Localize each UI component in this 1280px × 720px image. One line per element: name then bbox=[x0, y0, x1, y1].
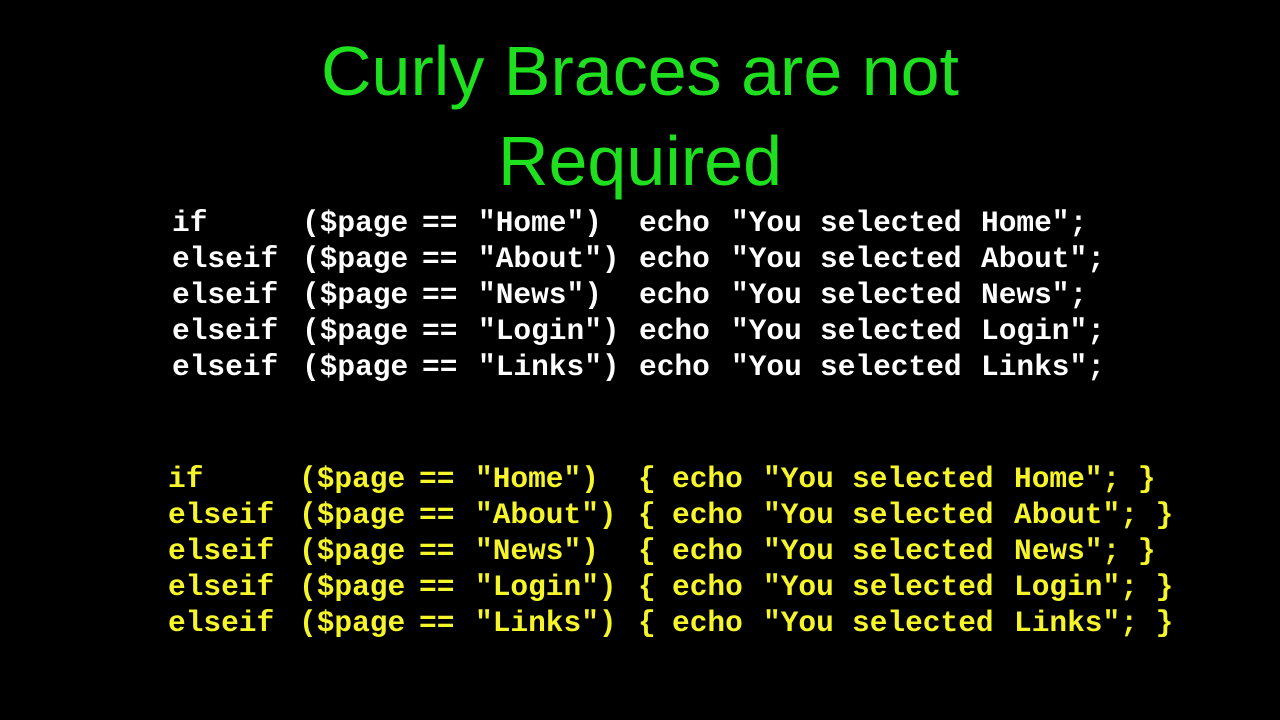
code-string-part: selected bbox=[852, 498, 994, 532]
code-line: elseif ($page == "News") { echo "You sel… bbox=[0, 533, 1156, 569]
slide-title-line-1: Curly Braces are not bbox=[320, 32, 960, 110]
code-variable: ($page bbox=[302, 314, 409, 348]
code-keyword: elseif bbox=[168, 534, 275, 568]
code-variable: ($page bbox=[299, 462, 406, 496]
code-open-brace: { bbox=[638, 462, 656, 496]
code-echo: echo bbox=[639, 350, 710, 384]
code-string-part: selected bbox=[852, 462, 994, 496]
code-keyword: if bbox=[172, 206, 208, 240]
code-line: elseif ($page == "Links") { echo "You se… bbox=[0, 605, 1173, 641]
code-string-part: selected bbox=[820, 206, 962, 240]
code-open-brace: { bbox=[638, 606, 656, 640]
code-line: elseif ($page == "Links") echo "You sele… bbox=[0, 349, 1105, 385]
code-keyword: elseif bbox=[172, 278, 279, 312]
code-string-part: "You bbox=[763, 570, 834, 604]
slide-title: Curly Braces are not Required bbox=[0, 26, 1280, 206]
code-string-part: "You bbox=[731, 278, 802, 312]
code-string-part: Home"; } bbox=[1014, 462, 1156, 496]
code-operator: == bbox=[422, 314, 458, 348]
code-operator: == bbox=[419, 462, 455, 496]
code-echo: echo bbox=[672, 534, 743, 568]
code-operator: == bbox=[419, 534, 455, 568]
code-echo: echo bbox=[639, 278, 710, 312]
code-keyword: elseif bbox=[168, 606, 275, 640]
code-open-brace: { bbox=[638, 534, 656, 568]
code-condition: "News") bbox=[478, 278, 602, 312]
code-string-part: Links"; } bbox=[1014, 606, 1174, 640]
code-variable: ($page bbox=[299, 606, 406, 640]
code-string-part: About"; } bbox=[1014, 498, 1174, 532]
code-echo: echo bbox=[672, 462, 743, 496]
code-condition: "Links") bbox=[478, 350, 620, 384]
code-string-part: selected bbox=[820, 242, 962, 276]
code-string-part: selected bbox=[852, 534, 994, 568]
code-string-part: News"; bbox=[981, 278, 1088, 312]
code-condition: "Home") bbox=[475, 462, 599, 496]
code-keyword: elseif bbox=[168, 498, 275, 532]
code-variable: ($page bbox=[302, 206, 409, 240]
code-keyword: elseif bbox=[168, 570, 275, 604]
code-echo: echo bbox=[672, 570, 743, 604]
code-variable: ($page bbox=[299, 534, 406, 568]
code-echo: echo bbox=[672, 498, 743, 532]
code-string-part: selected bbox=[820, 278, 962, 312]
code-string-part: selected bbox=[852, 570, 994, 604]
code-keyword: elseif bbox=[172, 350, 279, 384]
code-string-part: "You bbox=[731, 314, 802, 348]
code-operator: == bbox=[422, 242, 458, 276]
code-string-part: Login"; } bbox=[1014, 570, 1174, 604]
code-string-part: "You bbox=[763, 534, 834, 568]
code-keyword: if bbox=[168, 462, 204, 496]
code-line: elseif ($page == "Login") { echo "You se… bbox=[0, 569, 1173, 605]
code-keyword: elseif bbox=[172, 314, 279, 348]
code-echo: echo bbox=[639, 206, 710, 240]
code-condition: "About") bbox=[478, 242, 620, 276]
code-string-part: selected bbox=[852, 606, 994, 640]
code-variable: ($page bbox=[299, 570, 406, 604]
code-line: if ($page == "Home") { echo "You selecte… bbox=[0, 461, 1156, 497]
code-variable: ($page bbox=[302, 242, 409, 276]
code-line: elseif ($page == "Login") echo "You sele… bbox=[0, 313, 1105, 349]
code-condition: "Home") bbox=[478, 206, 602, 240]
code-condition: "Login") bbox=[478, 314, 620, 348]
code-operator: == bbox=[419, 498, 455, 532]
code-variable: ($page bbox=[302, 350, 409, 384]
code-line: elseif ($page == "About") echo "You sele… bbox=[0, 241, 1105, 277]
code-condition: "Login") bbox=[475, 570, 617, 604]
code-line: if ($page == "Home") echo "You selected … bbox=[0, 205, 1100, 241]
code-string-part: News"; } bbox=[1014, 534, 1156, 568]
code-string-part: "You bbox=[763, 462, 834, 496]
code-string-part: "You bbox=[731, 242, 802, 276]
code-string-part: selected bbox=[820, 314, 962, 348]
code-operator: == bbox=[422, 206, 458, 240]
code-echo: echo bbox=[672, 606, 743, 640]
code-string-part: selected bbox=[820, 350, 962, 384]
code-string-part: About"; bbox=[981, 242, 1105, 276]
code-operator: == bbox=[419, 570, 455, 604]
code-string-part: Links"; bbox=[981, 350, 1105, 384]
code-keyword: elseif bbox=[172, 242, 279, 276]
code-open-brace: { bbox=[638, 570, 656, 604]
code-open-brace: { bbox=[638, 498, 656, 532]
code-operator: == bbox=[422, 278, 458, 312]
code-string-part: Home"; bbox=[981, 206, 1088, 240]
code-string-part: "You bbox=[731, 206, 802, 240]
code-string-part: Login"; bbox=[981, 314, 1105, 348]
code-string-part: "You bbox=[731, 350, 802, 384]
slide-title-line-2: Required bbox=[497, 122, 783, 200]
code-line: elseif ($page == "About") { echo "You se… bbox=[0, 497, 1173, 533]
code-variable: ($page bbox=[299, 498, 406, 532]
code-operator: == bbox=[422, 350, 458, 384]
code-condition: "About") bbox=[475, 498, 617, 532]
code-operator: == bbox=[419, 606, 455, 640]
code-condition: "Links") bbox=[475, 606, 617, 640]
code-echo: echo bbox=[639, 242, 710, 276]
code-string-part: "You bbox=[763, 498, 834, 532]
code-line: elseif ($page == "News") echo "You selec… bbox=[0, 277, 1100, 313]
code-string-part: "You bbox=[763, 606, 834, 640]
code-variable: ($page bbox=[302, 278, 409, 312]
code-condition: "News") bbox=[475, 534, 599, 568]
code-echo: echo bbox=[639, 314, 710, 348]
